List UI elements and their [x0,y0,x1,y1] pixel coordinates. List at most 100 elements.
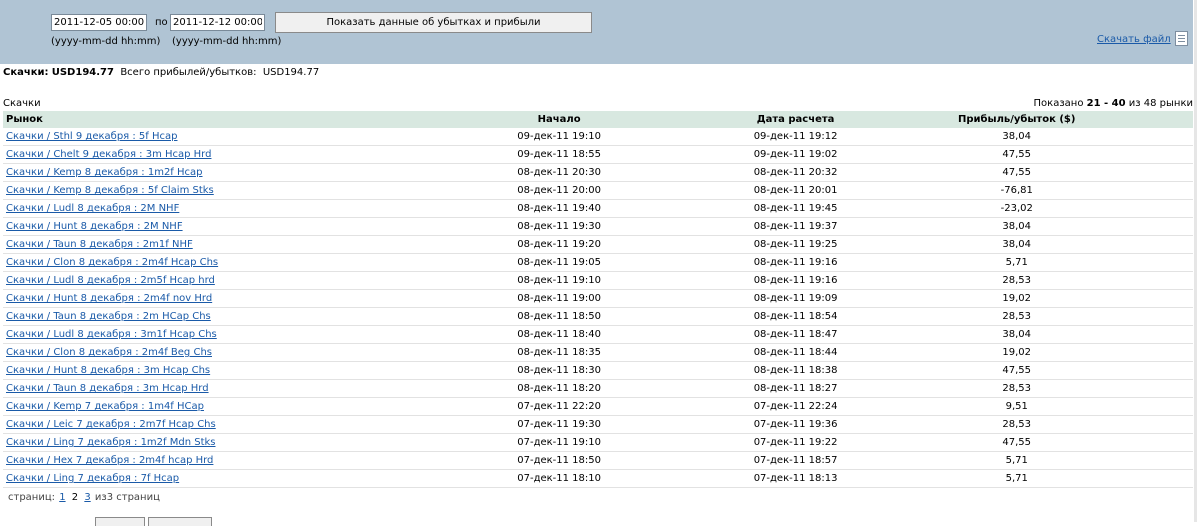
filter-bar: по (yyyy-mm-dd hh:mm) (yyyy-mm-dd hh:mm)… [0,0,1193,64]
market-link[interactable]: Скачки / Taun 8 декабря : 2m1f NHF [6,239,193,250]
pager-label: страниц: [8,492,56,503]
col-header-profit-loss[interactable]: Прибыль/убыток ($) [840,111,1193,128]
table-row: Скачки / Clon 8 декабря : 2m4f Beg Chs 08… [3,343,1193,362]
pager-page-link[interactable]: 1 [59,492,65,503]
table-row: Скачки / Ludl 8 декабря : 2m5f Hcap hrd 0… [3,271,1193,290]
market-cell: Скачки / Ludl 8 декабря : 3m1f Hcap Chs [3,325,368,344]
profit-loss-cell: 5,71 [840,253,1193,272]
market-link[interactable]: Скачки / Kemp 8 декабря : 1m2f Hcap [6,167,203,178]
start-cell: 08-дек-11 18:35 [367,343,751,362]
start-cell: 07-дек-11 18:50 [367,451,751,470]
market-link[interactable]: Скачки / Taun 8 декабря : 3m Hcap Hrd [6,383,209,394]
total-label: Всего прибылей/убытков: [120,67,257,78]
start-cell: 08-дек-11 19:40 [367,199,751,218]
settled-cell: 08-дек-11 20:01 [750,181,841,200]
profit-loss-cell: 28,53 [840,271,1193,290]
settled-cell: 08-дек-11 19:09 [750,289,841,308]
settled-cell: 07-дек-11 22:24 [750,397,841,416]
table-row: Скачки / Kemp 8 декабря : 1m2f Hcap 08-де… [3,163,1193,182]
col-header-start[interactable]: Начало [367,111,751,128]
market-link[interactable]: Скачки / Ludl 8 декабря : 3m1f Hcap Chs [6,329,217,340]
market-link[interactable]: Скачки / Taun 8 декабря : 2m HCap Chs [6,311,211,322]
market-cell: Скачки / Clon 8 декабря : 2m4f Beg Chs [3,343,368,362]
market-link[interactable]: Скачки / Ludl 8 декабря : 2m5f Hcap hrd [6,275,215,286]
start-cell: 07-дек-11 19:30 [367,415,751,434]
profit-loss-cell: 9,51 [840,397,1193,416]
profit-loss-cell: 47,55 [840,361,1193,380]
market-link[interactable]: Скачки / Leic 7 декабря : 2m7f Hcap Chs [6,419,216,430]
market-cell: Скачки / Hex 7 декабря : 2m4f hcap Hrd [3,451,368,470]
market-cell: Скачки / Taun 8 декабря : 2m1f NHF [3,235,368,254]
market-link[interactable]: Скачки / Clon 8 декабря : 2m4f Beg Chs [6,347,212,358]
settled-cell: 08-дек-11 18:54 [750,307,841,326]
start-cell: 08-дек-11 19:00 [367,289,751,308]
profit-loss-cell: -76,81 [840,181,1193,200]
pager-page-link[interactable]: 3 [84,492,90,503]
start-cell: 07-дек-11 22:20 [367,397,751,416]
market-link[interactable]: Скачки / Ludl 8 декабря : 2M NHF [6,203,179,214]
document-icon[interactable] [1175,31,1188,46]
table-row: Скачки / Ling 7 декабря : 7f Hcap 07-дек-… [3,469,1193,488]
table-row: Скачки / Chelt 9 декабря : 3m Hcap Hrd 09… [3,145,1193,164]
market-link[interactable]: Скачки / Hunt 8 декабря : 2M NHF [6,221,183,232]
market-link[interactable]: Скачки / Kemp 7 декабря : 1m4f HCap [6,401,204,412]
table-row: Скачки / Taun 8 декабря : 2m HCap Chs 08-… [3,307,1193,326]
profit-loss-cell: 19,02 [840,343,1193,362]
download-file-link[interactable]: Скачать файл [1097,34,1171,45]
settled-cell: 08-дек-11 19:37 [750,217,841,236]
pager: страниц: 1 2 3 из3 страниц [8,492,160,503]
market-cell: Скачки / Chelt 9 декабря : 3m Hcap Hrd [3,145,368,164]
start-cell: 08-дек-11 20:00 [367,181,751,200]
profit-loss-cell: -23,02 [840,199,1193,218]
table-row: Скачки / Ludl 8 декабря : 2M NHF 08-дек-1… [3,199,1193,218]
markets-table: Рынок Начало Дата расчета Прибыль/убыток… [3,111,1193,488]
market-cell: Скачки / Hunt 8 декабря : 2M NHF [3,217,368,236]
start-cell: 08-дек-11 18:20 [367,379,751,398]
settled-cell: 08-дек-11 19:25 [750,235,841,254]
show-profit-loss-button[interactable]: Показать данные об убытках и прибыли [275,12,592,33]
market-link[interactable]: Скачки / Hunt 8 декабря : 2m4f nov Hrd [6,293,212,304]
profit-loss-cell: 5,71 [840,469,1193,488]
section-title: Скачки [3,98,41,109]
market-cell: Скачки / Clon 8 декабря : 2m4f Hcap Chs [3,253,368,272]
col-header-settled[interactable]: Дата расчета [750,111,841,128]
profit-loss-cell: 28,53 [840,415,1193,434]
market-link[interactable]: Скачки / Hex 7 декабря : 2m4f hcap Hrd [6,455,213,466]
market-link[interactable]: Скачки / Ling 7 декабря : 1m2f Mdn Stks [6,437,216,448]
summary-label: Скачки: [3,67,49,78]
settled-cell: 08-дек-11 18:44 [750,343,841,362]
market-cell: Скачки / Sthl 9 декабря : 5f Hcap [3,128,368,146]
market-link[interactable]: Скачки / Sthl 9 декабря : 5f Hcap [6,131,177,142]
total-value: USD194.77 [262,67,320,78]
to-date-input[interactable] [170,14,265,31]
settled-cell: 07-дек-11 18:13 [750,469,841,488]
start-cell: 09-дек-11 19:10 [367,128,751,146]
market-cell: Скачки / Taun 8 декабря : 3m Hcap Hrd [3,379,368,398]
settled-cell: 08-дек-11 19:45 [750,199,841,218]
start-cell: 08-дек-11 19:10 [367,271,751,290]
summary-line: Скачки: USD194.77 Всего прибылей/убытков… [3,67,319,78]
market-link[interactable]: Скачки / Kemp 8 декабря : 5f Claim Stks [6,185,214,196]
start-cell: 08-дек-11 19:30 [367,217,751,236]
market-cell: Скачки / Hunt 8 декабря : 3m Hcap Chs [3,361,368,380]
start-cell: 07-дек-11 18:10 [367,469,751,488]
table-row: Скачки / Taun 8 декабря : 2m1f NHF 08-дек… [3,235,1193,254]
to-label: по [155,17,168,28]
market-link[interactable]: Скачки / Hunt 8 декабря : 3m Hcap Chs [6,365,210,376]
market-link[interactable]: Скачки / Clon 8 декабря : 2m4f Hcap Chs [6,257,218,268]
market-link[interactable]: Скачки / Ling 7 декабря : 7f Hcap [6,473,179,484]
settled-cell: 08-дек-11 19:16 [750,253,841,272]
settled-cell: 09-дек-11 19:02 [750,145,841,164]
col-header-market[interactable]: Рынок [3,111,368,128]
market-link[interactable]: Скачки / Chelt 9 декабря : 3m Hcap Hrd [6,149,211,160]
settled-cell: 08-дек-11 20:32 [750,163,841,182]
table-row: Скачки / Hunt 8 декабря : 2m4f nov Hrd 08… [3,289,1193,308]
from-date-input[interactable] [51,14,147,31]
table-row: Скачки / Hunt 8 декабря : 2M NHF 08-дек-1… [3,217,1193,236]
profit-loss-cell: 28,53 [840,379,1193,398]
market-cell: Скачки / Kemp 7 декабря : 1m4f HCap [3,397,368,416]
settled-cell: 07-дек-11 19:22 [750,433,841,452]
start-cell: 08-дек-11 18:30 [367,361,751,380]
table-row: Скачки / Taun 8 декабря : 3m Hcap Hrd 08-… [3,379,1193,398]
summary-value: USD194.77 [51,67,114,78]
